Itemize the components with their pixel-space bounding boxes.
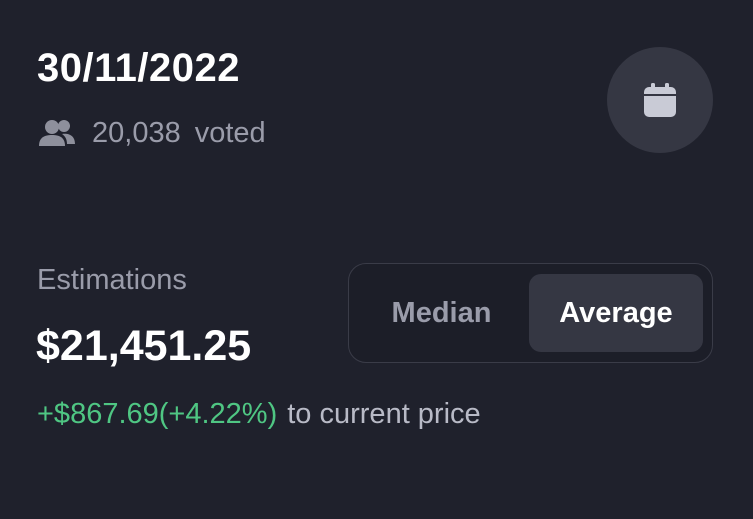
price-change-suffix: to current price — [287, 398, 481, 430]
median-average-toggle: Median Average — [348, 263, 713, 363]
estimation-value: $21,451.25 — [36, 322, 252, 370]
price-change: +$867.69(+4.22%) to current price — [37, 395, 481, 433]
votes-label: voted — [194, 116, 266, 149]
votes-info: 20,038 voted — [38, 115, 266, 151]
calendar-icon — [644, 83, 676, 117]
estimation-card: 30/11/2022 20,038 voted Estimations $21,… — [0, 0, 753, 519]
median-option[interactable]: Median — [359, 274, 524, 352]
date-title: 30/11/2022 — [37, 46, 240, 90]
users-icon — [38, 118, 76, 148]
calendar-button[interactable] — [607, 47, 713, 153]
average-option[interactable]: Average — [529, 274, 703, 352]
votes-count: 20,038 — [92, 116, 181, 149]
price-change-delta: +$867.69(+4.22%) — [37, 398, 278, 430]
estimations-label: Estimations — [37, 264, 187, 296]
